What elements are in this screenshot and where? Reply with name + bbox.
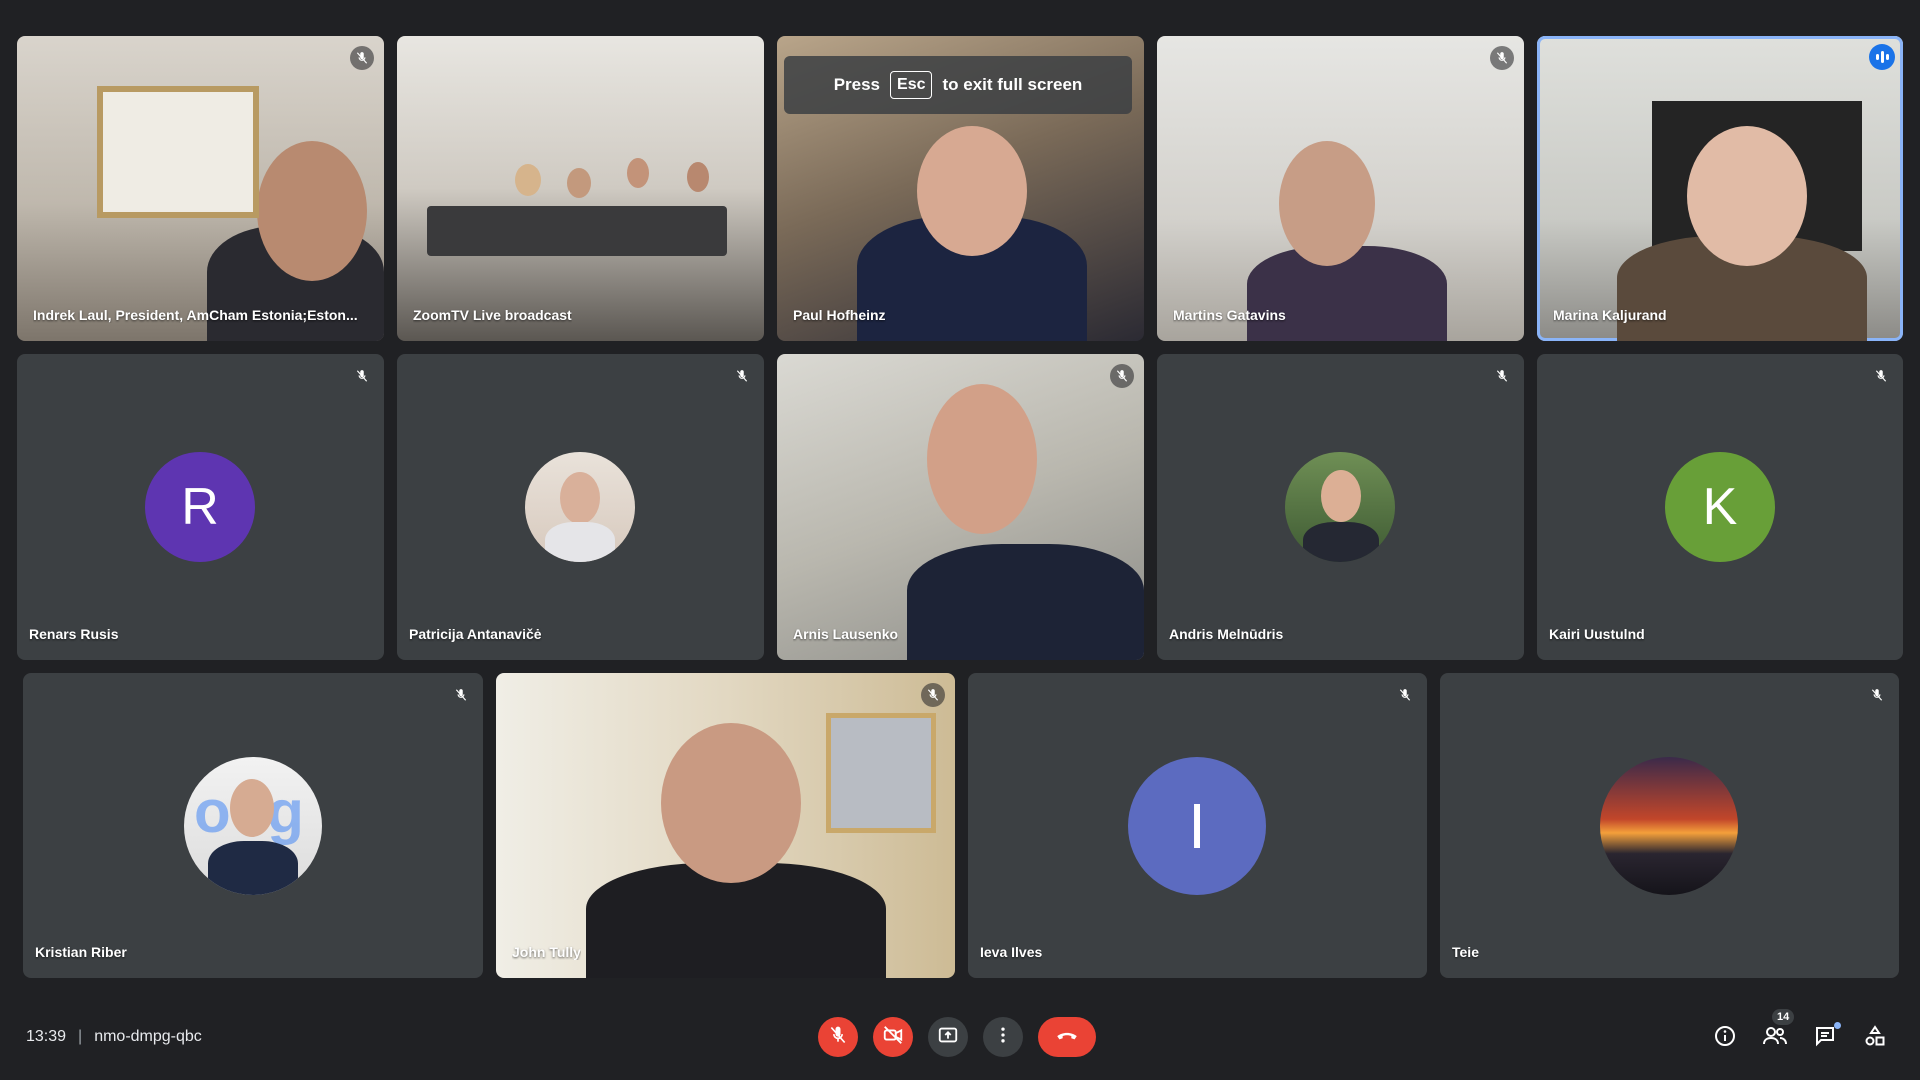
info-icon — [1713, 1024, 1737, 1053]
camera-off-icon — [882, 1024, 904, 1051]
participant-tile[interactable]: ZoomTV Live broadcast — [397, 36, 764, 341]
participant-tile[interactable]: Indrek Laul, President, AmCham Estonia;E… — [17, 36, 384, 341]
people-icon — [1762, 1024, 1788, 1053]
mic-toggle-button[interactable] — [818, 1017, 858, 1057]
participant-tile[interactable]: oog Kristian Riber — [23, 673, 483, 978]
avatar: I — [1128, 757, 1266, 895]
avatar: R — [145, 452, 255, 562]
participant-name: Paul Hofheinz — [793, 307, 886, 323]
participant-name: Teie — [1452, 944, 1479, 960]
mic-off-icon — [1865, 683, 1889, 707]
more-options-button[interactable] — [983, 1017, 1023, 1057]
participant-tile[interactable]: I Ieva Ilves — [968, 673, 1427, 978]
mic-off-icon — [730, 364, 754, 388]
participant-tile[interactable]: Marina Kaljurand — [1537, 36, 1903, 341]
activities-button[interactable] — [1861, 1024, 1889, 1052]
avatar — [1285, 452, 1395, 562]
speaking-indicator-icon — [1869, 44, 1895, 70]
mic-off-icon — [350, 364, 374, 388]
participant-video — [661, 723, 801, 883]
participant-name: Kristian Riber — [35, 944, 127, 960]
participant-video — [927, 384, 1037, 534]
chat-button[interactable] — [1811, 1022, 1841, 1053]
participant-tile[interactable]: Patricija Antanavičė — [397, 354, 764, 660]
wall-picture — [826, 713, 936, 833]
divider: | — [78, 1028, 83, 1045]
meeting-code: nmo-dmpg-qbc — [94, 1028, 202, 1045]
participant-video — [1687, 126, 1807, 266]
participant-name: Kairi Uustulnd — [1549, 626, 1645, 642]
people-count-badge: 14 — [1771, 1008, 1796, 1026]
participant-name: Arnis Lausenko — [793, 626, 899, 642]
avatar — [525, 452, 635, 562]
esc-key: Esc — [890, 71, 933, 99]
fullscreen-hint-text: to exit full screen — [942, 75, 1083, 94]
participant-name: John Tully — [512, 944, 581, 960]
participant-name: Andris Melnūdris — [1169, 626, 1284, 642]
participant-tile[interactable]: Teie — [1440, 673, 1899, 978]
avatar — [1600, 757, 1738, 895]
participant-video — [1279, 141, 1375, 266]
participant-name: Marina Kaljurand — [1553, 307, 1667, 323]
avatar: K — [1665, 452, 1775, 562]
fullscreen-hint: Press Esc to exit full screen — [784, 56, 1132, 114]
participant-name: ZoomTV Live broadcast — [413, 307, 572, 323]
framed-certificate — [97, 86, 259, 218]
hang-up-icon — [1054, 1022, 1080, 1053]
mic-off-icon — [449, 683, 473, 707]
chat-icon — [1813, 1024, 1837, 1053]
mic-off-icon — [1393, 683, 1417, 707]
participant-video — [515, 164, 541, 196]
camera-toggle-button[interactable] — [873, 1017, 913, 1057]
mic-off-icon — [350, 46, 374, 70]
participant-video — [687, 162, 709, 192]
participant-tile[interactable]: Andris Melnūdris — [1157, 354, 1524, 660]
meeting-info: 13:39 | nmo-dmpg-qbc — [26, 1026, 202, 1048]
avatar: oog — [184, 757, 322, 895]
participant-video — [627, 158, 649, 188]
participant-tile[interactable]: R Renars Rusis — [17, 354, 384, 660]
participant-name: Indrek Laul, President, AmCham Estonia;E… — [33, 307, 358, 323]
mic-off-icon — [1490, 46, 1514, 70]
participant-video — [917, 126, 1027, 256]
mic-off-icon — [828, 1025, 848, 1050]
participant-tile[interactable]: John Tully — [496, 673, 955, 978]
participant-name: Patricija Antanavičė — [409, 626, 542, 642]
mic-off-icon — [921, 683, 945, 707]
participant-tile[interactable]: K Kairi Uustulnd — [1537, 354, 1903, 660]
meeting-details-button[interactable] — [1711, 1024, 1739, 1052]
mic-off-icon — [1110, 364, 1134, 388]
participant-video — [567, 168, 591, 198]
participant-tile[interactable]: Arnis Lausenko — [777, 354, 1144, 660]
clock: 13:39 — [26, 1028, 67, 1045]
unread-dot — [1834, 1022, 1841, 1029]
more-icon — [993, 1025, 1013, 1050]
activities-icon — [1863, 1024, 1887, 1053]
participant-name: Martins Gatavins — [1173, 307, 1286, 323]
participant-video — [257, 141, 367, 281]
participant-name: Ieva Ilves — [980, 944, 1043, 960]
fullscreen-hint-press: Press — [833, 75, 881, 94]
participant-name: Renars Rusis — [29, 626, 119, 642]
participant-tile[interactable]: Martins Gatavins — [1157, 36, 1524, 341]
people-button[interactable]: 14 — [1761, 1008, 1796, 1053]
present-icon — [937, 1024, 959, 1051]
conference-table — [427, 206, 727, 256]
present-screen-button[interactable] — [928, 1017, 968, 1057]
mic-off-icon — [1490, 364, 1514, 388]
leave-call-button[interactable] — [1038, 1017, 1096, 1057]
mic-off-icon — [1869, 364, 1893, 388]
participant-video — [907, 544, 1144, 660]
